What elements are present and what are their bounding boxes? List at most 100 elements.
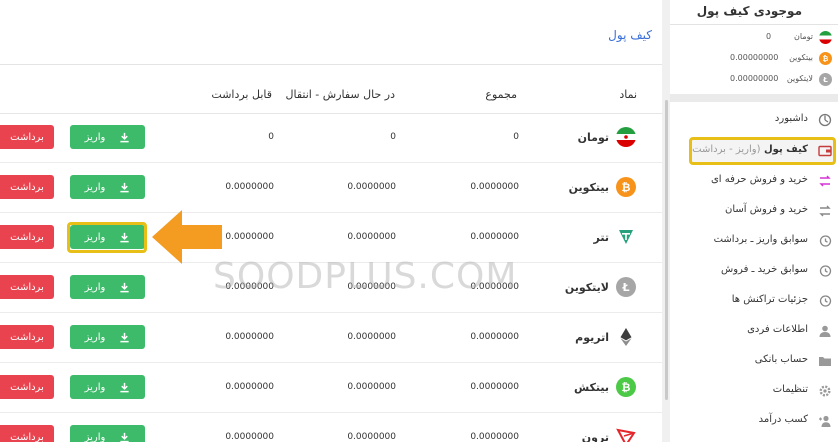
scrollbar-thumb[interactable] (665, 100, 668, 400)
iran-flag-icon (819, 31, 832, 44)
table-row: اتریوم 0.0000000 0.0000000 0.0000000 وار… (0, 313, 662, 363)
deposit-button[interactable]: واریز (70, 375, 145, 399)
deposit-button[interactable]: واریز (70, 425, 145, 442)
bitcoin-cash-icon: ₿ (616, 377, 636, 397)
sidebar-item-dashboard[interactable]: داشبورد (670, 105, 838, 135)
total-value: 0 (513, 132, 519, 142)
balance-row: Ł لایتکوین 0.00000000 (670, 70, 838, 90)
sidebar: موجودی کیف پول تومان 0 ₿ بیتکوین 0.00000… (670, 0, 838, 442)
total-value: 0.0000000 (470, 182, 519, 192)
total-value: 0.0000000 (470, 332, 519, 342)
asset-cell: تتر (594, 227, 636, 247)
sidebar-item-pro-trade[interactable]: خرید و فروش حرفه ای (670, 166, 838, 196)
bank-folder-icon (819, 357, 831, 366)
highlight-annotation (67, 222, 147, 253)
asset-name: ترون (581, 430, 609, 442)
deposit-button[interactable]: واریز (70, 275, 145, 299)
deposit-label: واریز (84, 431, 106, 442)
withdraw-button[interactable]: برداشت (0, 125, 54, 149)
user-icon (819, 325, 831, 337)
history-icon (819, 265, 832, 277)
asset-cell: Ł لایتکوین (565, 277, 636, 297)
column-header-total: مجموع (485, 88, 517, 101)
sidebar-item-easy-trade[interactable]: خرید و فروش آسان (670, 196, 838, 226)
deposit-button[interactable]: واریز (70, 125, 145, 149)
divider-line (670, 24, 838, 25)
sidebar-item-trade-history[interactable]: سوابق خرید ـ فروش (670, 256, 838, 286)
sidebar-item-earn[interactable]: کسب درآمد (670, 406, 838, 436)
withdrawable-value: 0.0000000 (225, 382, 274, 392)
wallet-main-panel: کیف پول نماد مجموع در حال سفارش - انتقال… (0, 0, 662, 442)
balance-value: 0.00000000 (730, 74, 779, 83)
deposit-label: واریز (84, 281, 106, 293)
withdraw-button[interactable]: برداشت (0, 325, 54, 349)
balance-row: تومان 0 (670, 28, 838, 48)
divider-line (0, 64, 662, 65)
withdraw-button[interactable]: برداشت (0, 425, 54, 442)
withdraw-button[interactable]: برداشت (0, 375, 54, 399)
asset-cell: اتریوم (575, 327, 636, 347)
in-order-value: 0.0000000 (347, 382, 396, 392)
in-order-value: 0.0000000 (347, 232, 396, 242)
litecoin-icon: Ł (819, 73, 832, 86)
watermark: SOODPLUS.COM (213, 256, 518, 297)
sidebar-item-label: اطلاعات فردی (747, 324, 808, 335)
asset-name: تومان (577, 130, 609, 144)
download-icon (120, 132, 129, 142)
asset-cell: ₿ بیتکش (574, 377, 636, 397)
total-value: 0.0000000 (470, 232, 519, 242)
deposit-button[interactable]: واریز (70, 175, 145, 199)
table-row: ₿ بیتکوین 0.0000000 0.0000000 0.0000000 … (0, 163, 662, 213)
litecoin-icon: Ł (616, 277, 636, 297)
add-user-icon (819, 415, 831, 427)
sidebar-item-label: سوابق واریز ـ برداشت (713, 234, 808, 245)
sidebar-item-settings[interactable]: تنظیمات (670, 376, 838, 406)
column-header-withdrawable: قابل برداشت (211, 88, 272, 101)
sidebar-item-label: خرید و فروش آسان (725, 204, 808, 215)
balance-name: بیتکوین (789, 53, 813, 62)
withdraw-button[interactable]: برداشت (0, 175, 54, 199)
easy-trade-icon (819, 205, 831, 217)
asset-name: بیتکوین (568, 180, 609, 194)
tron-icon (616, 427, 636, 442)
in-order-value: 0.0000000 (347, 332, 396, 342)
table-row: تومان 0 0 0 واریز برداشت (0, 113, 662, 163)
sidebar-item-label: حساب بانکی (754, 354, 808, 365)
asset-cell: ₿ بیتکوین (569, 177, 636, 197)
asset-cell: ترون (582, 427, 636, 442)
sidebar-item-label: تنظیمات (772, 384, 808, 395)
withdraw-button[interactable]: برداشت (0, 225, 54, 249)
balance-name: لایتکوین (786, 74, 813, 83)
sidebar-item-label: داشبورد (774, 113, 808, 124)
sidebar-item-deposit-history[interactable]: سوابق واریز ـ برداشت (670, 226, 838, 256)
history-icon (819, 295, 832, 307)
withdraw-button[interactable]: برداشت (0, 275, 54, 299)
sidebar-item-transaction-details[interactable]: جزئیات تراکنش ها (670, 286, 838, 316)
highlight-annotation (689, 137, 836, 165)
wallet-balance-title: موجودی کیف پول (696, 4, 802, 18)
balance-name: تومان (794, 32, 813, 41)
asset-cell: تومان (578, 127, 636, 147)
section-gap (670, 94, 838, 102)
dashboard-icon (818, 113, 832, 127)
asset-name: اتریوم (575, 330, 609, 344)
page-title: کیف پول (608, 28, 652, 42)
sidebar-item-label: جزئیات تراکنش ها (731, 294, 808, 305)
download-icon (120, 382, 129, 392)
balance-row: ₿ بیتکوین 0.00000000 (670, 49, 838, 69)
deposit-button[interactable]: واریز (70, 325, 145, 349)
sidebar-item-label: کسب درآمد (758, 414, 808, 425)
sidebar-item-label: سوابق خرید ـ فروش (721, 264, 808, 275)
asset-name: بیتکش (573, 380, 609, 394)
withdrawable-value: 0.0000000 (225, 432, 274, 442)
sidebar-item-profile[interactable]: اطلاعات فردی (670, 316, 838, 346)
total-value: 0.0000000 (470, 432, 519, 442)
column-header-in-order: در حال سفارش - انتقال (285, 88, 395, 101)
bitcoin-icon: ₿ (616, 177, 636, 197)
deposit-label: واریز (84, 331, 106, 343)
in-order-value: 0.0000000 (347, 432, 396, 442)
sidebar-item-bank-account[interactable]: حساب بانکی (670, 346, 838, 376)
asset-name: لایتکوین (564, 280, 609, 294)
history-icon (819, 235, 832, 247)
download-icon (120, 282, 129, 292)
